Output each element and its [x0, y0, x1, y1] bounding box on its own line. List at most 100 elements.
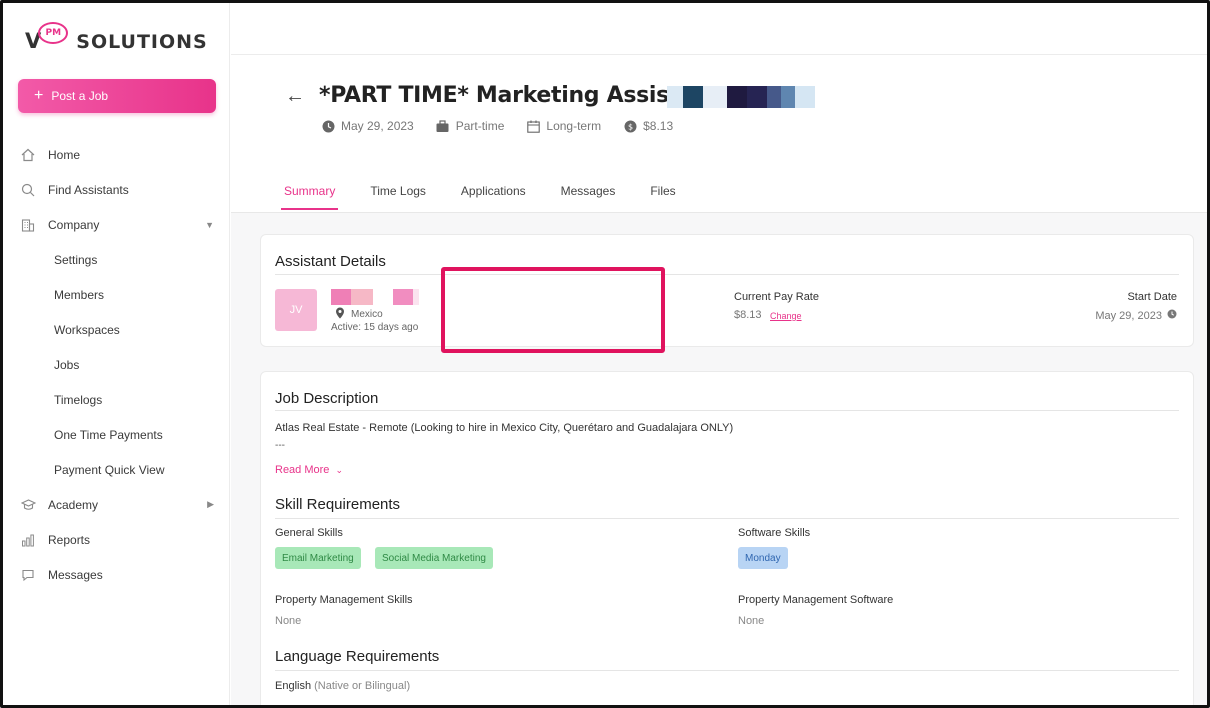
job-date: May 29, 2023 [321, 119, 414, 133]
sidebar-item-label: Workspaces [54, 322, 120, 337]
job-description-text: Atlas Real Estate - Remote (Looking to h… [275, 422, 734, 434]
sidebar-item-label: Academy [48, 497, 99, 512]
divider [275, 410, 1179, 411]
skill-tag: Social Media Marketing [375, 547, 493, 569]
sidebar-item-one-time-payments[interactable]: One Time Payments [3, 417, 230, 452]
logo[interactable]: V PM SOLUTIONS [25, 22, 208, 53]
change-pay-rate-link[interactable]: Change [770, 311, 802, 321]
job-type-text: Part-time [455, 119, 505, 133]
tab-messages[interactable]: Messages [558, 181, 619, 210]
top-bar [231, 3, 1207, 55]
sidebar-item-home[interactable]: Home [3, 137, 230, 172]
plus-icon: + [34, 87, 44, 104]
home-icon [20, 147, 36, 163]
main-content: ← *PART TIME* Marketing Assistant May 29… [231, 3, 1207, 705]
app-window: V PM SOLUTIONS + Post a Job Home Find As… [0, 0, 1210, 708]
skill-requirements-heading: Skill Requirements [275, 496, 401, 513]
sidebar-nav: Home Find Assistants Company ▼ Settings … [3, 137, 230, 592]
tab-summary[interactable]: Summary [281, 181, 339, 210]
general-skills-label: General Skills [275, 527, 343, 539]
job-header: ← *PART TIME* Marketing Assistant May 29… [231, 55, 1207, 213]
assistant-details-card: Assistant Details JV Mexico Active: 15 d… [260, 234, 1194, 347]
sidebar-item-academy[interactable]: Academy ▶ [3, 487, 230, 522]
job-rate: $ $8.13 [623, 119, 673, 133]
language-item: English (Native or Bilingual) [275, 680, 410, 692]
sidebar-item-label: Home [48, 147, 81, 162]
logo-pm: PM [38, 22, 69, 44]
tab-bar: Summary Time Logs Applications Messages … [281, 181, 708, 210]
sidebar-item-settings[interactable]: Settings [3, 242, 230, 277]
dollar-circle-icon: $ [623, 119, 637, 133]
sidebar-item-jobs[interactable]: Jobs [3, 347, 230, 382]
sidebar-item-label: Reports [48, 532, 91, 547]
tab-applications[interactable]: Applications [458, 181, 529, 210]
sidebar-item-label: Company [48, 217, 100, 232]
job-meta: May 29, 2023 Part-time Long-term $ $8.13 [321, 119, 695, 133]
tab-files[interactable]: Files [647, 181, 678, 210]
avatar[interactable]: JV [275, 289, 317, 331]
property-management-skills-value: None [275, 615, 302, 627]
sidebar-item-label: Members [54, 287, 105, 302]
redacted-name[interactable] [331, 289, 419, 305]
page-title: *PART TIME* Marketing Assistant [319, 83, 720, 108]
property-management-software-label: Property Management Software [738, 594, 894, 606]
property-management-software-value: None [738, 615, 765, 627]
location-text: Mexico [351, 309, 383, 320]
building-icon [20, 217, 36, 233]
sidebar-item-label: Find Assistants [48, 182, 129, 197]
sidebar-item-label: Jobs [54, 357, 80, 372]
job-description-dash: --- [275, 440, 285, 451]
start-date-label: Start Date [1127, 291, 1177, 303]
sidebar-item-label: Timelogs [54, 392, 103, 407]
software-tag: Monday [738, 547, 788, 569]
bar-chart-icon [20, 532, 36, 548]
assistant-location: Mexico [335, 307, 383, 322]
highlight-box [441, 267, 665, 353]
sidebar-item-company[interactable]: Company ▼ [3, 207, 230, 242]
divider [275, 518, 1179, 519]
current-pay-rate-value: $8.13 [734, 309, 762, 321]
chat-bubble-icon [20, 567, 36, 583]
calendar-icon [526, 119, 540, 133]
current-pay-rate-label: Current Pay Rate [734, 291, 819, 303]
skill-tag: Email Marketing [275, 547, 361, 569]
read-more-link[interactable]: Read More ⌄ [275, 464, 343, 476]
software-skills-label: Software Skills [738, 527, 811, 539]
language-requirements-heading: Language Requirements [275, 648, 440, 665]
job-description-heading: Job Description [275, 390, 379, 407]
property-management-skills-label: Property Management Skills [275, 594, 413, 606]
language-level: (Native or Bilingual) [314, 680, 411, 692]
assistant-details-heading: Assistant Details [275, 253, 386, 270]
graduation-cap-icon [20, 497, 36, 513]
sidebar-item-messages[interactable]: Messages [3, 557, 230, 592]
chevron-right-icon: ▶ [207, 499, 214, 509]
job-rate-text: $8.13 [643, 119, 674, 133]
redacted-text [667, 86, 815, 108]
sidebar-item-reports[interactable]: Reports [3, 522, 230, 557]
sidebar: V PM SOLUTIONS + Post a Job Home Find As… [3, 3, 230, 705]
job-type: Part-time [436, 119, 505, 133]
back-arrow-icon[interactable]: ← [285, 85, 305, 108]
job-date-text: May 29, 2023 [341, 119, 414, 133]
active-status: Active: 15 days ago [331, 322, 419, 333]
sidebar-item-members[interactable]: Members [3, 277, 230, 312]
sidebar-item-workspaces[interactable]: Workspaces [3, 312, 230, 347]
sidebar-item-label: Settings [54, 252, 98, 267]
read-more-label: Read More [275, 464, 330, 476]
svg-text:$: $ [628, 122, 633, 131]
tab-time-logs[interactable]: Time Logs [367, 181, 429, 210]
sidebar-item-label: One Time Payments [54, 427, 163, 442]
post-job-label: Post a Job [51, 89, 109, 103]
start-date-value: May 29, 2023 [1095, 309, 1177, 322]
sidebar-item-payment-quick-view[interactable]: Payment Quick View [3, 452, 230, 487]
clock-icon [1167, 309, 1177, 322]
language-name: English [275, 680, 312, 692]
divider [275, 670, 1179, 671]
post-job-button[interactable]: + Post a Job [18, 79, 216, 113]
sidebar-item-find-assistants[interactable]: Find Assistants [3, 172, 230, 207]
logo-solutions: SOLUTIONS [76, 31, 208, 53]
job-term: Long-term [526, 119, 601, 133]
sidebar-item-timelogs[interactable]: Timelogs [3, 382, 230, 417]
divider [275, 274, 1179, 275]
sidebar-item-label: Messages [48, 567, 103, 582]
